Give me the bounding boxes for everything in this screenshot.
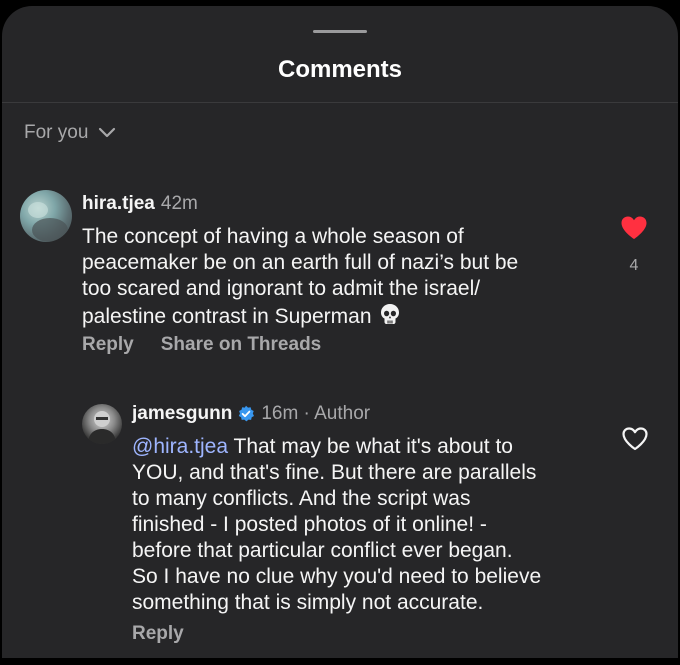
comment-line: before that particular conflict ever beg… [132,539,513,562]
comment-meta: 16m · Author [261,403,371,424]
reply-button[interactable]: Reply [132,623,184,645]
comment-line: something that is simply not accurate. [132,591,484,614]
sheet-title: Comments [277,56,403,83]
comment-line: to many conflicts. And the script was [132,487,471,510]
comment-username[interactable]: jamesgunn [132,402,232,426]
comment-username[interactable]: hira.tjea [82,192,155,216]
drag-handle[interactable] [313,30,367,33]
header-divider [2,102,678,103]
sort-filter-label: For you [24,122,89,143]
avatar[interactable] [20,190,72,242]
comment-line: The concept of having a whole season of [82,225,464,248]
comment-line-text: That may be what it's about to [228,435,513,458]
comments-sheet: Comments For you hira.tjea 42m The conce… [2,6,678,658]
comment-line: too scared and ignorant to admit the isr… [82,277,481,300]
comment-header: jamesgunn 16m · Author [132,402,370,426]
heart-outline-icon [622,427,648,451]
comment-line: YOU, and that's fine. But there are para… [132,461,537,484]
avatar[interactable] [82,404,122,444]
comment-line: finished - I posted photos of it online!… [132,513,487,536]
heart-filled-icon [621,216,647,239]
verified-badge-icon [237,405,255,423]
comment-line: So I have no clue why you'd need to beli… [132,565,542,588]
share-on-threads-button[interactable]: Share on Threads [161,334,322,356]
chevron-down-icon [98,127,116,139]
like-button[interactable] [621,426,649,451]
comment-line-last: palestine contrast in Superman [82,302,518,330]
comment-actions: Reply [132,623,184,645]
like-button[interactable] [620,215,648,240]
comment-actions: Reply Share on Threads [82,334,321,356]
reply-button[interactable]: Reply [82,334,134,356]
comment-line-text: palestine contrast in Superman [82,305,372,328]
mention-link[interactable]: @hira.tjea [132,435,228,458]
skull-emoji-icon [378,302,402,326]
comment-line-first: @hira.tjea That may be what it's about t… [132,434,541,460]
sort-filter-dropdown[interactable]: For you [24,122,116,144]
comment-header: hira.tjea 42m [82,192,198,216]
comment-line: peacemaker be on an earth full of nazi’s… [82,251,519,274]
comment-text: The concept of having a whole season of … [82,224,518,330]
comment-text: @hira.tjea That may be what it's about t… [132,434,541,616]
comment-time: 42m [160,193,198,214]
like-count: 4 [629,257,639,274]
